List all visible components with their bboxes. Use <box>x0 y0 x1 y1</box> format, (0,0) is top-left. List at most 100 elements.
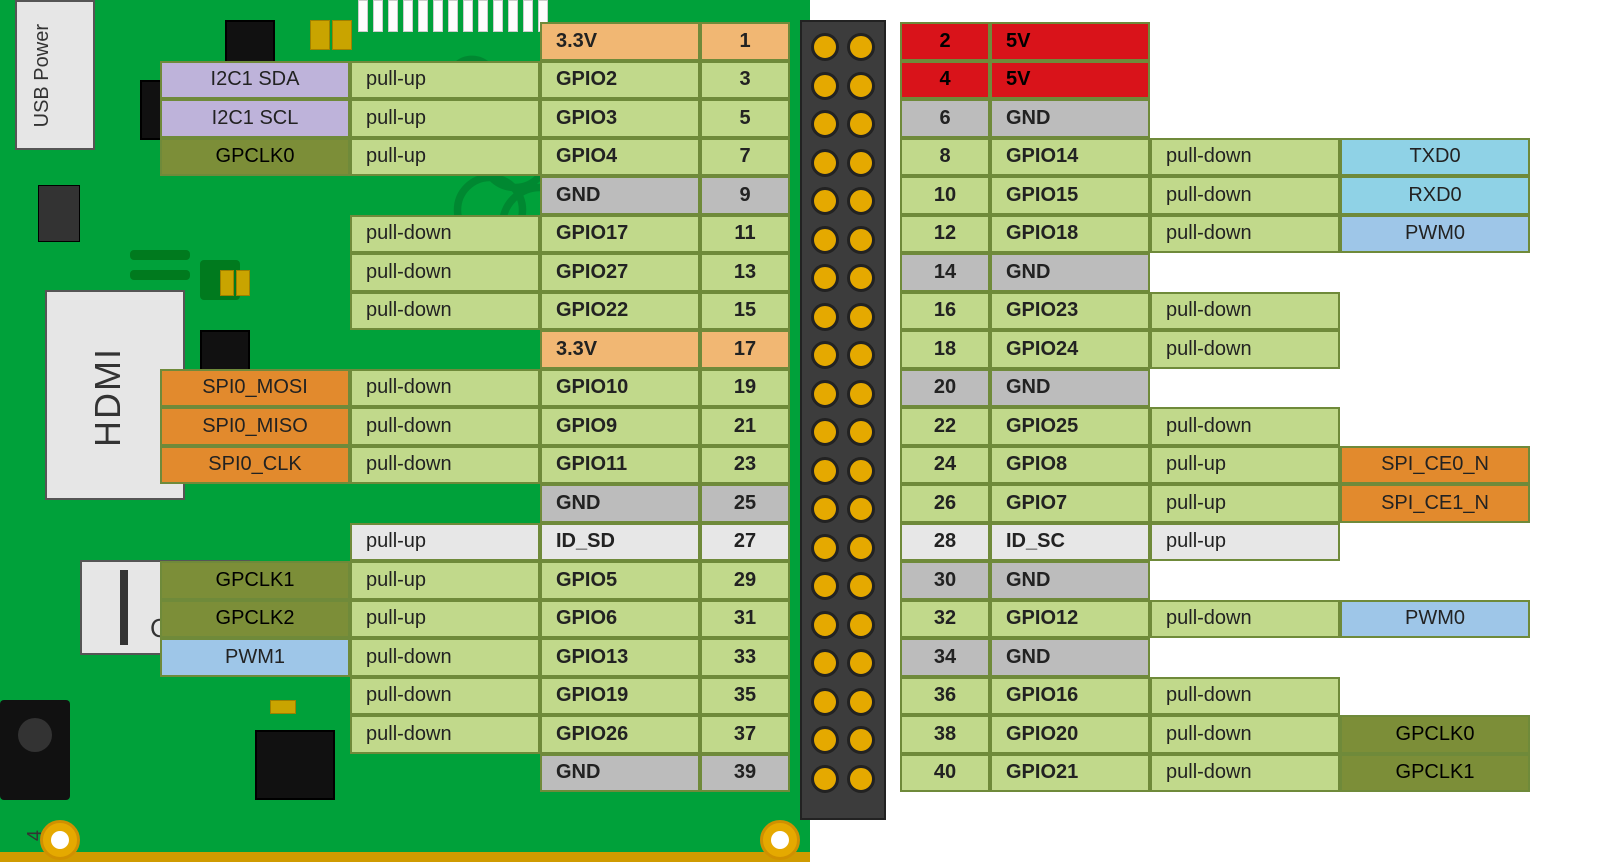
pin-row: 5GPIO3pull-upI2C1 SCL <box>160 99 790 138</box>
pin-name: GPIO9 <box>540 407 700 446</box>
pin-row: 21GPIO9pull-downSPI0_MISO <box>160 407 790 446</box>
pin-alt-function: GPCLK0 <box>160 138 350 177</box>
pin-alt-function: GPCLK2 <box>160 600 350 639</box>
pin-pull: pull-down <box>350 407 540 446</box>
header-pin <box>811 688 839 716</box>
pin-name: ID_SC <box>990 523 1150 562</box>
header-pin <box>847 765 875 793</box>
pin-pull: pull-up <box>1150 523 1340 562</box>
header-pin <box>847 726 875 754</box>
pin-number: 24 <box>900 446 990 485</box>
pin-number: 3 <box>700 61 790 100</box>
pin-name: 3.3V <box>540 22 700 61</box>
pin-name: GPIO8 <box>990 446 1150 485</box>
pin-pull: pull-up <box>350 61 540 100</box>
pin-row: 45V <box>900 61 1530 100</box>
pin-row: 38GPIO20pull-downGPCLK0 <box>900 715 1530 754</box>
pin-name: GPIO6 <box>540 600 700 639</box>
pin-number: 40 <box>900 754 990 793</box>
pin-number: 25 <box>700 484 790 523</box>
pin-pull: pull-up <box>350 561 540 600</box>
pin-alt-function: PWM0 <box>1340 215 1530 254</box>
header-row <box>802 452 884 490</box>
pin-number: 12 <box>900 215 990 254</box>
header-pin <box>811 110 839 138</box>
header-pin <box>847 418 875 446</box>
pin-name: 5V <box>990 22 1150 61</box>
pin-name: GPIO12 <box>990 600 1150 639</box>
pin-number: 36 <box>900 677 990 716</box>
pin-number: 5 <box>700 99 790 138</box>
header-row <box>802 221 884 259</box>
pin-row: 35GPIO19pull-down <box>160 677 790 716</box>
header-pin <box>811 226 839 254</box>
pin-name: GPIO26 <box>540 715 700 754</box>
pin-alt-function: SPI_CE1_N <box>1340 484 1530 523</box>
pin-number: 8 <box>900 138 990 177</box>
pin-name: GPIO5 <box>540 561 700 600</box>
pin-pull: pull-down <box>350 638 540 677</box>
gpio-header <box>800 20 886 820</box>
pin-number: 32 <box>900 600 990 639</box>
pin-row: 24GPIO8pull-upSPI_CE0_N <box>900 446 1530 485</box>
header-pin <box>811 611 839 639</box>
pin-pull: pull-down <box>1150 215 1340 254</box>
pin-number: 2 <box>900 22 990 61</box>
pin-number: 39 <box>700 754 790 793</box>
pin-number: 19 <box>700 369 790 408</box>
pin-name: GPIO2 <box>540 61 700 100</box>
pin-name: GPIO10 <box>540 369 700 408</box>
pin-pull: pull-down <box>1150 407 1340 446</box>
pin-name: GND <box>540 484 700 523</box>
header-row <box>802 67 884 105</box>
header-pin <box>811 33 839 61</box>
pin-row: 19GPIO10pull-downSPI0_MOSI <box>160 369 790 408</box>
pin-number: 35 <box>700 677 790 716</box>
header-row <box>802 606 884 644</box>
pin-alt-function: SPI0_MISO <box>160 407 350 446</box>
header-pin <box>811 72 839 100</box>
pin-pull: pull-down <box>1150 715 1340 754</box>
pin-pull: pull-down <box>350 215 540 254</box>
usb-power-port: USB Power <box>15 0 95 150</box>
pin-row: 30GND <box>900 561 1530 600</box>
pin-row: 25GND <box>160 484 790 523</box>
pin-table-left: 13.3V3GPIO2pull-upI2C1 SDA5GPIO3pull-upI… <box>160 22 790 792</box>
pin-pull: pull-down <box>350 292 540 331</box>
header-row <box>802 144 884 182</box>
pin-alt-function: I2C1 SCL <box>160 99 350 138</box>
pin-number: 29 <box>700 561 790 600</box>
pin-pull: pull-up <box>350 138 540 177</box>
pin-row: 10GPIO15pull-downRXD0 <box>900 176 1530 215</box>
header-pin <box>847 534 875 562</box>
pin-pull: pull-down <box>350 715 540 754</box>
header-pin <box>811 534 839 562</box>
pin-number: 31 <box>700 600 790 639</box>
corner-number: 4 <box>24 830 47 841</box>
pin-number: 27 <box>700 523 790 562</box>
header-pin <box>811 380 839 408</box>
pin-pull: pull-down <box>350 677 540 716</box>
pin-number: 15 <box>700 292 790 331</box>
header-row <box>802 182 884 220</box>
pin-name: GPIO13 <box>540 638 700 677</box>
header-pin <box>847 688 875 716</box>
header-pin <box>811 572 839 600</box>
pin-number: 17 <box>700 330 790 369</box>
header-pin <box>847 226 875 254</box>
pin-name: GND <box>990 369 1150 408</box>
header-pin <box>811 495 839 523</box>
pin-name: GPIO24 <box>990 330 1150 369</box>
pin-pull: pull-down <box>350 253 540 292</box>
pin-number: 22 <box>900 407 990 446</box>
pin-number: 11 <box>700 215 790 254</box>
pin-row: 36GPIO16pull-down <box>900 677 1530 716</box>
header-pin <box>847 110 875 138</box>
pin-number: 28 <box>900 523 990 562</box>
pin-pull: pull-down <box>1150 330 1340 369</box>
pin-row: 33GPIO13pull-downPWM1 <box>160 638 790 677</box>
pin-row: 173.3V <box>160 330 790 369</box>
header-row <box>802 375 884 413</box>
pin-pull: pull-up <box>350 523 540 562</box>
pin-row: 26GPIO7pull-upSPI_CE1_N <box>900 484 1530 523</box>
